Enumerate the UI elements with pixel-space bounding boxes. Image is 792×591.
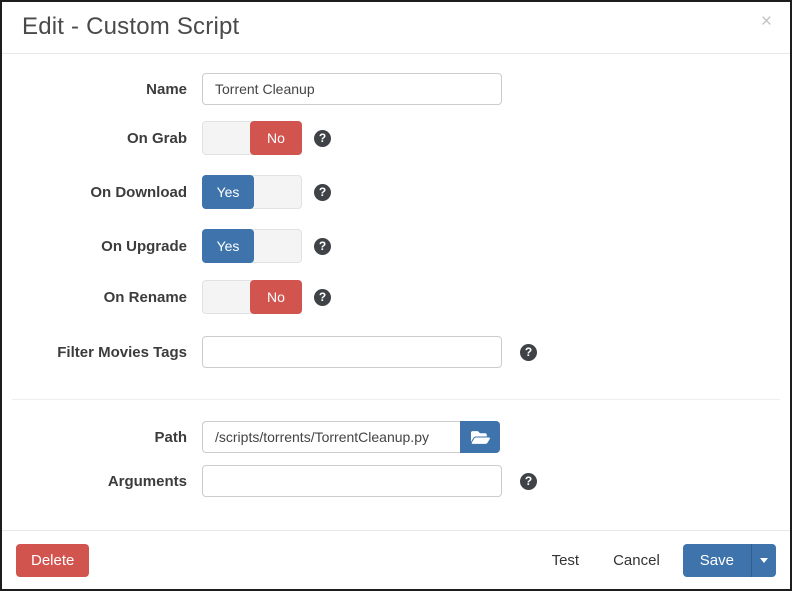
on-rename-toggle[interactable]: No <box>202 280 302 314</box>
dialog-title: Edit - Custom Script <box>22 13 770 41</box>
filter-movies-tags-label: Filter Movies Tags <box>2 344 202 361</box>
test-button[interactable]: Test <box>535 544 597 577</box>
arguments-label: Arguments <box>2 473 202 490</box>
toggle-state-label: No <box>250 280 302 314</box>
toggle-state-label: No <box>250 121 302 155</box>
section-divider <box>12 399 780 400</box>
save-dropdown-button[interactable] <box>751 544 776 577</box>
toggle-off-side <box>203 281 251 313</box>
on-grab-row: On Grab No ? <box>2 121 790 155</box>
delete-button[interactable]: Delete <box>16 544 89 577</box>
name-label: Name <box>2 81 202 98</box>
on-rename-label: On Rename <box>2 289 202 306</box>
on-grab-label: On Grab <box>2 130 202 147</box>
dialog-footer: Delete Test Cancel Save <box>2 530 790 589</box>
on-download-toggle[interactable]: Yes <box>202 175 302 209</box>
cancel-button[interactable]: Cancel <box>596 544 677 577</box>
folder-open-icon <box>471 429 490 446</box>
toggle-state-label: Yes <box>202 229 254 263</box>
path-row: Path <box>2 421 790 453</box>
on-download-label: On Download <box>2 184 202 201</box>
path-label: Path <box>2 429 202 446</box>
arguments-input[interactable] <box>202 465 502 497</box>
save-button[interactable]: Save <box>683 544 751 577</box>
help-icon[interactable]: ? <box>520 473 537 490</box>
filter-movies-tags-input[interactable] <box>202 336 502 368</box>
on-rename-row: On Rename No ? <box>2 280 790 314</box>
browse-path-button[interactable] <box>460 421 500 453</box>
on-grab-toggle[interactable]: No <box>202 121 302 155</box>
caret-down-icon <box>760 558 768 563</box>
filter-movies-tags-row: Filter Movies Tags ? <box>2 336 790 368</box>
close-icon[interactable]: × <box>761 12 772 31</box>
help-icon[interactable]: ? <box>314 289 331 306</box>
on-upgrade-toggle[interactable]: Yes <box>202 229 302 263</box>
dialog-header: Edit - Custom Script × <box>2 2 790 54</box>
on-upgrade-row: On Upgrade Yes ? <box>2 229 790 263</box>
name-field-row: Name <box>2 73 790 105</box>
help-icon[interactable]: ? <box>520 344 537 361</box>
help-icon[interactable]: ? <box>314 238 331 255</box>
edit-custom-script-dialog: Edit - Custom Script × Name On Grab No ?… <box>0 0 792 591</box>
dialog-body: Name On Grab No ? On Download Yes <box>2 54 790 530</box>
save-split-button: Save <box>683 544 776 577</box>
toggle-off-side <box>203 122 251 154</box>
path-input[interactable] <box>202 421 460 453</box>
name-input[interactable] <box>202 73 502 105</box>
on-download-row: On Download Yes ? <box>2 175 790 209</box>
arguments-row: Arguments ? <box>2 465 790 497</box>
toggle-state-label: Yes <box>202 175 254 209</box>
help-icon[interactable]: ? <box>314 184 331 201</box>
toggle-off-side <box>253 230 301 262</box>
on-upgrade-label: On Upgrade <box>2 238 202 255</box>
toggle-off-side <box>253 176 301 208</box>
help-icon[interactable]: ? <box>314 130 331 147</box>
